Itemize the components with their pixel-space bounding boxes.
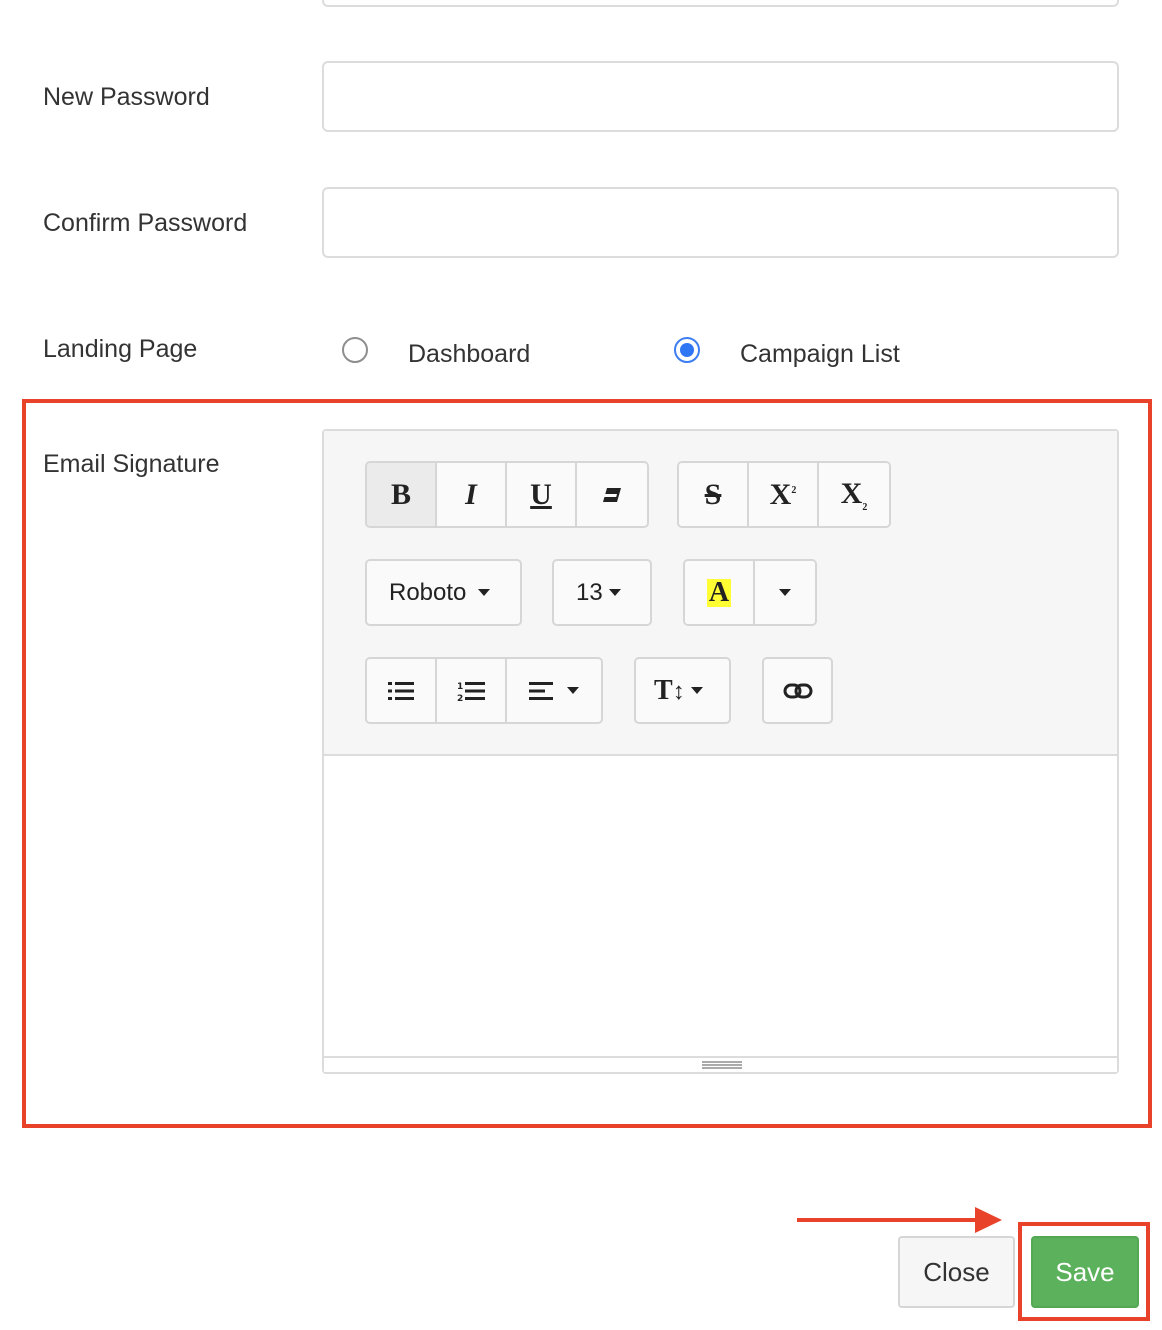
signature-editor: B I U S X2 X2 Roboto 13 A 1 2 T↕ bbox=[322, 429, 1119, 1074]
paragraph-button-group: 1 2 bbox=[365, 657, 603, 724]
clear-format-button[interactable] bbox=[577, 463, 647, 526]
underline-button[interactable]: U bbox=[507, 463, 577, 526]
subscript-icon: X2 bbox=[840, 476, 868, 513]
bullet-list-icon bbox=[388, 681, 414, 700]
resize-grip-icon bbox=[702, 1061, 742, 1069]
numbered-list-icon: 1 2 bbox=[457, 681, 485, 702]
new-password-label: New Password bbox=[43, 83, 210, 111]
numbered-list-button[interactable]: 1 2 bbox=[437, 659, 507, 722]
font-family-dropdown[interactable]: Roboto bbox=[365, 559, 522, 626]
italic-icon: I bbox=[465, 477, 477, 511]
underline-icon: U bbox=[530, 477, 552, 511]
save-button[interactable]: Save bbox=[1031, 1236, 1139, 1308]
superscript-icon: X2 bbox=[769, 477, 797, 511]
chevron-down-icon bbox=[779, 589, 791, 596]
new-password-input[interactable] bbox=[322, 61, 1119, 132]
close-button[interactable]: Close bbox=[898, 1236, 1015, 1308]
bold-icon: B bbox=[390, 477, 411, 511]
superscript-button[interactable]: X2 bbox=[749, 463, 819, 526]
signature-content-area[interactable] bbox=[324, 756, 1117, 1056]
chevron-down-icon bbox=[567, 687, 579, 694]
annotation-arrow-line bbox=[797, 1218, 977, 1222]
editor-toolbar: B I U S X2 X2 Roboto 13 A 1 2 T↕ bbox=[324, 431, 1117, 756]
line-height-dropdown[interactable]: T↕ bbox=[634, 657, 731, 724]
chevron-down-icon bbox=[478, 589, 491, 596]
italic-button[interactable]: I bbox=[437, 463, 507, 526]
text-color-button[interactable]: A bbox=[685, 561, 755, 624]
align-dropdown-button[interactable] bbox=[507, 659, 601, 722]
email-signature-label: Email Signature bbox=[43, 450, 220, 478]
strikethrough-icon: S bbox=[704, 477, 722, 511]
text-color-icon: A bbox=[706, 576, 732, 608]
confirm-password-label: Confirm Password bbox=[43, 209, 248, 237]
strikethrough-button[interactable]: S bbox=[679, 463, 749, 526]
color-button-group: A bbox=[683, 559, 817, 626]
campaign-list-radio[interactable] bbox=[674, 337, 700, 363]
superscript-label: X bbox=[769, 477, 792, 511]
bold-button[interactable]: B bbox=[367, 463, 437, 526]
bullet-list-button[interactable] bbox=[367, 659, 437, 722]
style-button-group: B I U bbox=[365, 461, 649, 528]
link-button[interactable] bbox=[762, 657, 833, 724]
color-dropdown-button[interactable] bbox=[755, 561, 815, 624]
landing-page-label: Landing Page bbox=[43, 335, 198, 363]
dashboard-radio-label[interactable]: Dashboard bbox=[408, 339, 530, 369]
font-size-dropdown[interactable]: 13 bbox=[552, 559, 652, 626]
font-family-value: Roboto bbox=[389, 578, 467, 606]
campaign-list-radio-label[interactable]: Campaign List bbox=[740, 339, 900, 369]
subscript-label: X bbox=[840, 476, 863, 510]
script-button-group: S X2 X2 bbox=[677, 461, 891, 528]
annotation-arrow-icon bbox=[975, 1207, 1002, 1233]
svg-text:2: 2 bbox=[457, 694, 463, 702]
subscript-button[interactable]: X2 bbox=[819, 463, 889, 526]
dashboard-radio[interactable] bbox=[342, 337, 368, 363]
chevron-down-icon bbox=[690, 687, 703, 694]
line-height-icon: T↕ bbox=[654, 674, 685, 706]
align-icon bbox=[529, 681, 553, 700]
chevron-down-icon bbox=[608, 589, 621, 596]
font-size-value: 13 bbox=[576, 578, 603, 606]
svg-text:1: 1 bbox=[457, 682, 463, 692]
editor-resize-handle[interactable] bbox=[324, 1056, 1117, 1072]
link-icon bbox=[783, 683, 812, 698]
eraser-icon bbox=[603, 487, 621, 502]
line-height-label: T bbox=[654, 674, 673, 706]
previous-field[interactable] bbox=[322, 0, 1119, 7]
confirm-password-input[interactable] bbox=[322, 187, 1119, 258]
